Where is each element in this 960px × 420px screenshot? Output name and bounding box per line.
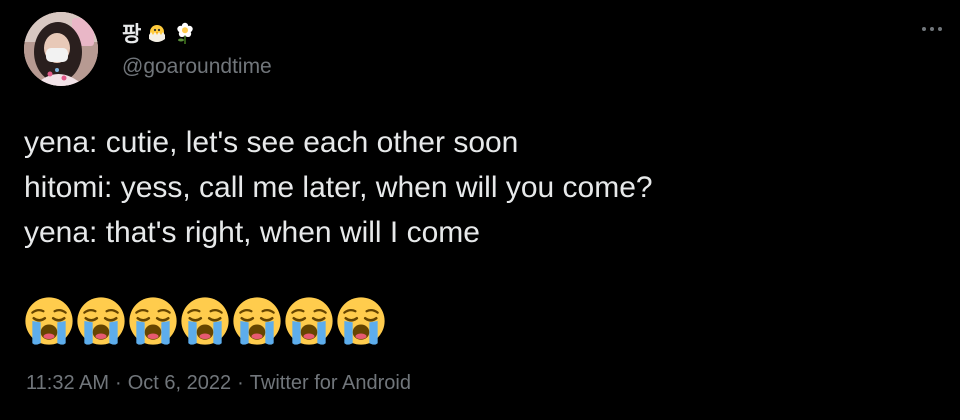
dot-icon	[922, 27, 926, 31]
display-name[interactable]: 팡	[122, 18, 141, 48]
meta-separator: ·	[115, 372, 122, 394]
tweet-text-line: yena: cutie, let's see each other soon	[24, 126, 519, 159]
loudly-crying-face-icon	[76, 296, 126, 346]
meta-separator: ·	[237, 372, 244, 394]
more-options-button[interactable]	[912, 14, 952, 44]
tweet-text-line: yena: that's right, when will I come	[24, 216, 480, 249]
tweet-text-line: hitomi: yess, call me later, when will y…	[24, 171, 653, 204]
loudly-crying-face-icon	[232, 296, 282, 346]
dot-icon	[930, 27, 934, 31]
emoji-row	[24, 296, 386, 346]
loudly-crying-face-icon	[128, 296, 178, 346]
tweet-meta: 11:32 AM · Oct 6, 2022 · Twitter for Android	[26, 372, 411, 395]
loudly-crying-face-icon	[24, 296, 74, 346]
hatching-chick-icon	[145, 21, 169, 45]
avatar[interactable]	[24, 12, 98, 86]
tweet-date-link[interactable]: Oct 6, 2022	[128, 372, 231, 394]
loudly-crying-face-icon	[336, 296, 386, 346]
tweet-time-link[interactable]: 11:32 AM	[26, 372, 109, 394]
tweet-source-link[interactable]: Twitter for Android	[250, 372, 411, 394]
user-handle[interactable]: @goaroundtime	[122, 55, 272, 79]
blossom-icon	[173, 21, 197, 45]
tweet-card: 팡 @goaroundtime yena: cutie, let's see e…	[0, 0, 960, 420]
display-name-row[interactable]: 팡	[122, 18, 197, 48]
dot-icon	[938, 27, 942, 31]
tweet-text: yena: cutie, let's see each other soon h…	[24, 120, 924, 255]
loudly-crying-face-icon	[180, 296, 230, 346]
loudly-crying-face-icon	[284, 296, 334, 346]
